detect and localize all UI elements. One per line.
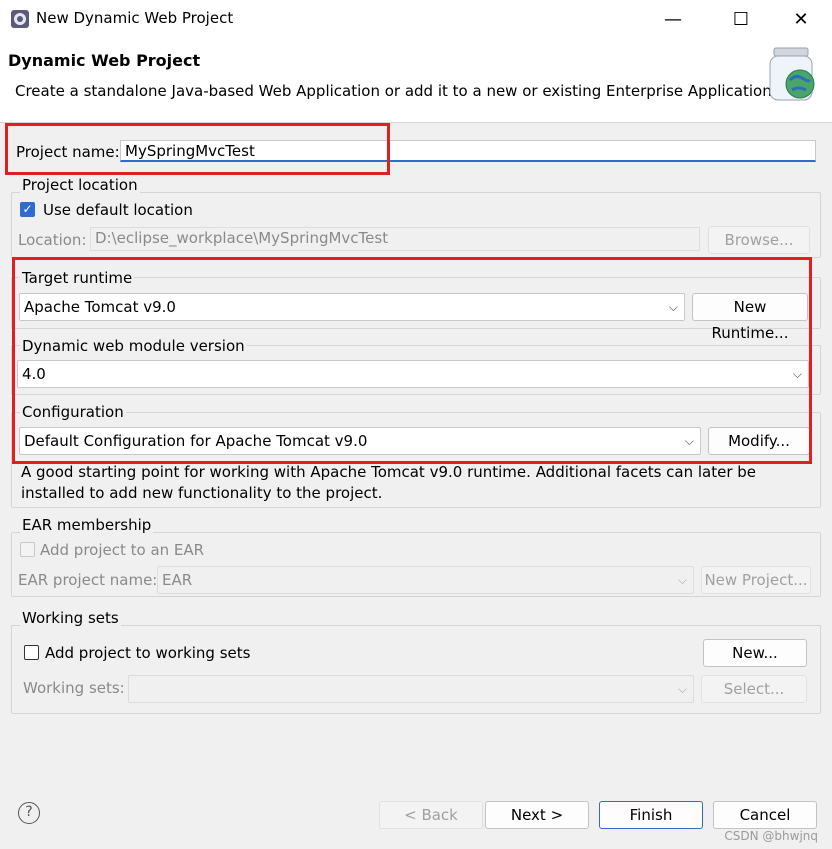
next-button[interactable]: Next > — [485, 801, 589, 829]
working-sets-label: Working sets — [20, 609, 121, 627]
back-button[interactable]: < Back — [379, 801, 483, 829]
location-input[interactable]: D:\eclipse_workplace\MySpringMvcTest — [90, 227, 700, 251]
configuration-description: A good starting point for working with A… — [21, 463, 757, 502]
chevron-down-icon: ⌵ — [677, 682, 687, 696]
add-to-working-sets-label: Add project to working sets — [45, 644, 251, 662]
new-ear-project-button[interactable]: New Project... — [701, 566, 811, 594]
location-label: Location: — [18, 231, 87, 249]
highlight-runtime-config — [12, 257, 812, 464]
ear-project-value: EAR — [162, 571, 193, 589]
highlight-project-name — [5, 123, 390, 175]
ear-project-name-label: EAR project name: — [18, 571, 158, 589]
page-title: Dynamic Web Project — [8, 51, 201, 70]
page-description: Create a standalone Java-based Web Appli… — [15, 82, 777, 100]
watermark: CSDN @bhwjnq — [724, 829, 818, 843]
new-working-set-button[interactable]: New... — [703, 639, 807, 667]
add-to-ear-label: Add project to an EAR — [40, 541, 205, 559]
chevron-down-icon: ⌵ — [677, 573, 687, 587]
working-sets-select[interactable]: ⌵ — [128, 675, 694, 703]
add-to-working-sets-checkbox[interactable] — [24, 645, 39, 660]
project-location-label: Project location — [20, 176, 140, 194]
footer-separator — [0, 780, 832, 781]
ear-membership-label: EAR membership — [20, 516, 154, 534]
working-sets-field-label: Working sets: — [23, 679, 125, 697]
use-default-location-checkbox[interactable]: ✓ — [20, 202, 35, 217]
add-to-ear-checkbox[interactable] — [20, 542, 35, 557]
finish-button[interactable]: Finish — [599, 801, 703, 829]
ear-project-select[interactable]: EAR ⌵ — [157, 566, 694, 594]
select-working-sets-button[interactable]: Select... — [701, 675, 807, 703]
use-default-location-label: Use default location — [43, 201, 193, 219]
help-icon[interactable]: ? — [18, 802, 40, 824]
window-title: New Dynamic Web Project — [36, 9, 234, 27]
close-button[interactable]: ✕ — [778, 0, 824, 38]
browse-button[interactable]: Browse... — [708, 226, 810, 254]
cancel-button[interactable]: Cancel — [713, 801, 817, 829]
web-project-jar-icon — [769, 47, 815, 101]
eclipse-icon — [11, 10, 29, 28]
maximize-button[interactable]: ☐ — [718, 0, 764, 38]
minimize-button[interactable]: — — [650, 0, 696, 38]
